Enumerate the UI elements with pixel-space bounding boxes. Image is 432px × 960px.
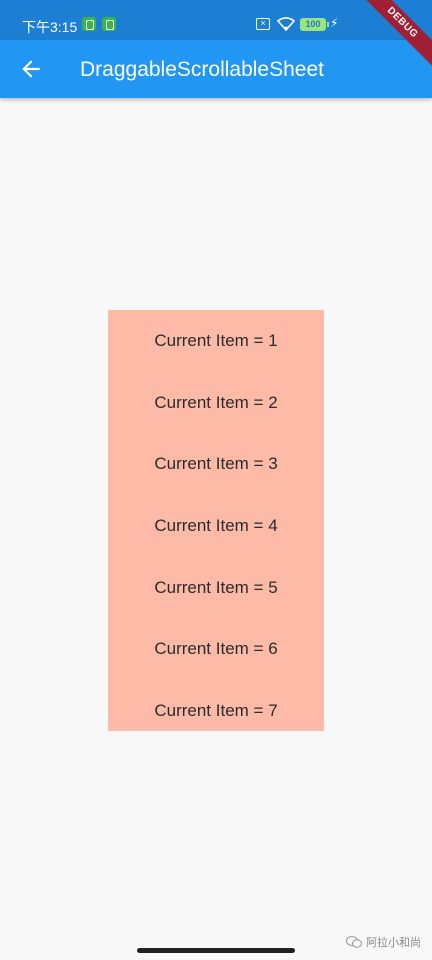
notification-app-icon <box>82 17 96 31</box>
watermark: 阿拉小和尚 <box>346 934 421 950</box>
page-title: DraggableScrollableSheet <box>80 58 324 81</box>
watermark-text: 阿拉小和尚 <box>366 937 421 949</box>
wechat-logo-icon <box>346 936 362 948</box>
list-item[interactable]: Current Item = 5 <box>108 557 324 619</box>
list-item[interactable]: Current Item = 6 <box>108 618 324 680</box>
wifi-icon <box>276 17 296 32</box>
arrow-left-icon[interactable] <box>18 56 44 82</box>
list-item[interactable]: Current Item = 4 <box>108 495 324 557</box>
status-bar: 下午3:15 × 100 ⚡ <box>0 0 432 40</box>
draggable-scrollable-sheet[interactable]: Current Item = 1 Current Item = 2 Curren… <box>108 310 324 731</box>
list-item[interactable]: Current Item = 2 <box>108 372 324 434</box>
charging-bolt-icon: ⚡ <box>330 16 339 30</box>
list-item[interactable]: Current Item = 7 <box>108 680 324 731</box>
no-sim-icon: × <box>256 18 270 30</box>
notification-app-icon <box>102 17 116 31</box>
list-item[interactable]: Current Item = 1 <box>108 310 324 372</box>
app-bar: DraggableScrollableSheet <box>0 40 432 98</box>
list-item[interactable]: Current Item = 3 <box>108 433 324 495</box>
battery-indicator: 100 <box>300 18 329 31</box>
status-time: 下午3:15 <box>22 19 78 35</box>
gesture-navigation-handle[interactable] <box>137 948 295 953</box>
